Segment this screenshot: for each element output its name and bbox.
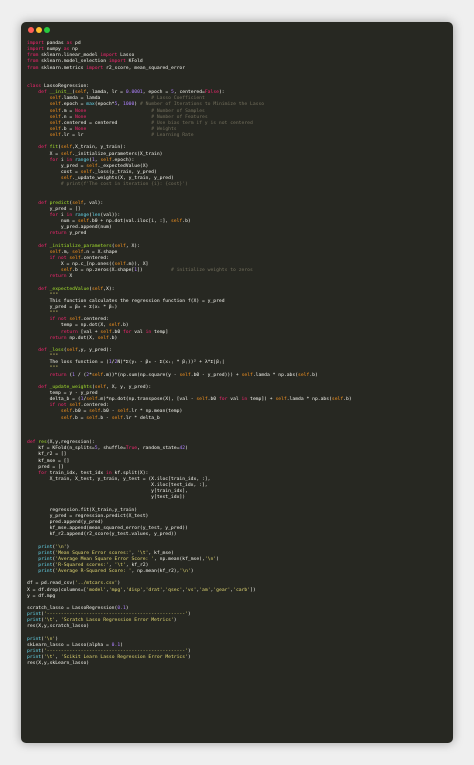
code-window: import pandas as pd import numpy as np fro… (21, 22, 453, 743)
minimize-button[interactable] (36, 27, 42, 33)
code-line: res(X,y,skLearn_lasso) (27, 661, 90, 667)
code-editor[interactable]: import pandas as pd import numpy as np fro… (27, 41, 449, 667)
close-button[interactable] (28, 27, 34, 33)
window-titlebar (21, 22, 453, 36)
maximize-button[interactable] (44, 27, 50, 33)
